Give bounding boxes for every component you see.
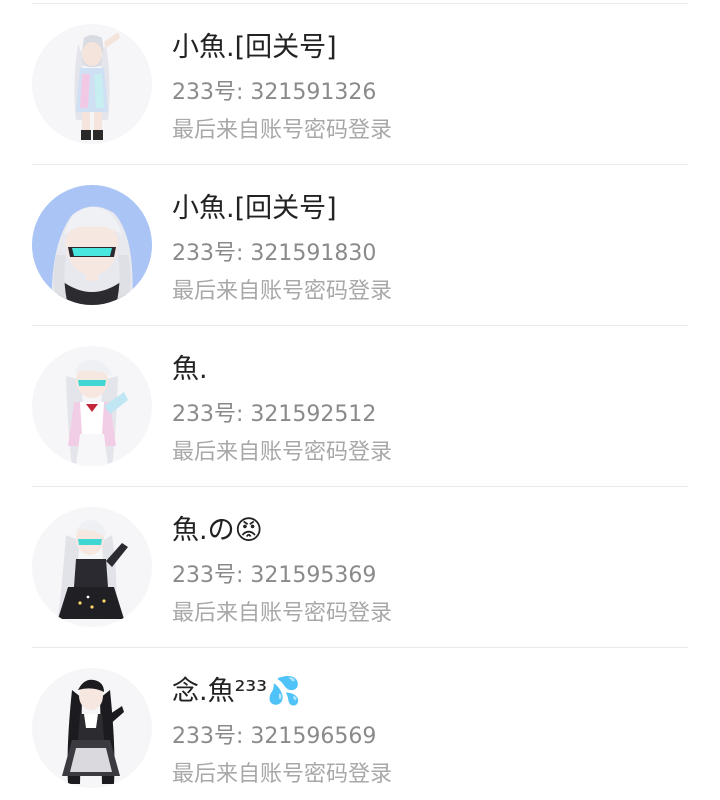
account-row[interactable]: 魚.の😡 233号: 321595369 最后来自账号密码登录 xyxy=(0,487,720,648)
account-id: 233号: 321591326 xyxy=(172,80,377,105)
account-name: 魚. xyxy=(172,354,208,385)
anime-girl-avatar-icon xyxy=(32,346,152,466)
account-name: 魚.の😡 xyxy=(172,515,263,546)
account-name: 小魚.[回关号] xyxy=(172,32,337,63)
anime-girl-avatar-icon xyxy=(32,668,152,788)
account-row[interactable]: 小魚.[回关号] 233号: 321591326 最后来自账号密码登录 xyxy=(0,4,720,165)
account-row[interactable]: 念.魚²³³💦 233号: 321596569 最后来自账号密码登录 xyxy=(0,648,720,800)
account-id: 233号: 321592512 xyxy=(172,402,377,427)
anime-girl-avatar-icon xyxy=(32,24,152,144)
anime-girl-visor-avatar-icon xyxy=(32,185,152,305)
last-login-method: 最后来自账号密码登录 xyxy=(172,118,393,143)
account-name: 念.魚²³³💦 xyxy=(172,676,301,707)
anime-girl-avatar-icon xyxy=(32,507,152,627)
account-row[interactable]: 魚. 233号: 321592512 最后来自账号密码登录 xyxy=(0,326,720,487)
account-id: 233号: 321595369 xyxy=(172,563,377,588)
last-login-method: 最后来自账号密码登录 xyxy=(172,440,393,465)
last-login-method: 最后来自账号密码登录 xyxy=(172,601,393,626)
account-id: 233号: 321596569 xyxy=(172,724,377,749)
account-name: 小魚.[回关号] xyxy=(172,193,337,224)
account-list: 小魚.[回关号] 233号: 321591326 最后来自账号密码登录 小魚.[… xyxy=(0,0,720,800)
account-id: 233号: 321591830 xyxy=(172,241,377,266)
last-login-method: 最后来自账号密码登录 xyxy=(172,279,393,304)
account-row[interactable]: 小魚.[回关号] 233号: 321591830 最后来自账号密码登录 xyxy=(0,165,720,326)
last-login-method: 最后来自账号密码登录 xyxy=(172,762,393,787)
